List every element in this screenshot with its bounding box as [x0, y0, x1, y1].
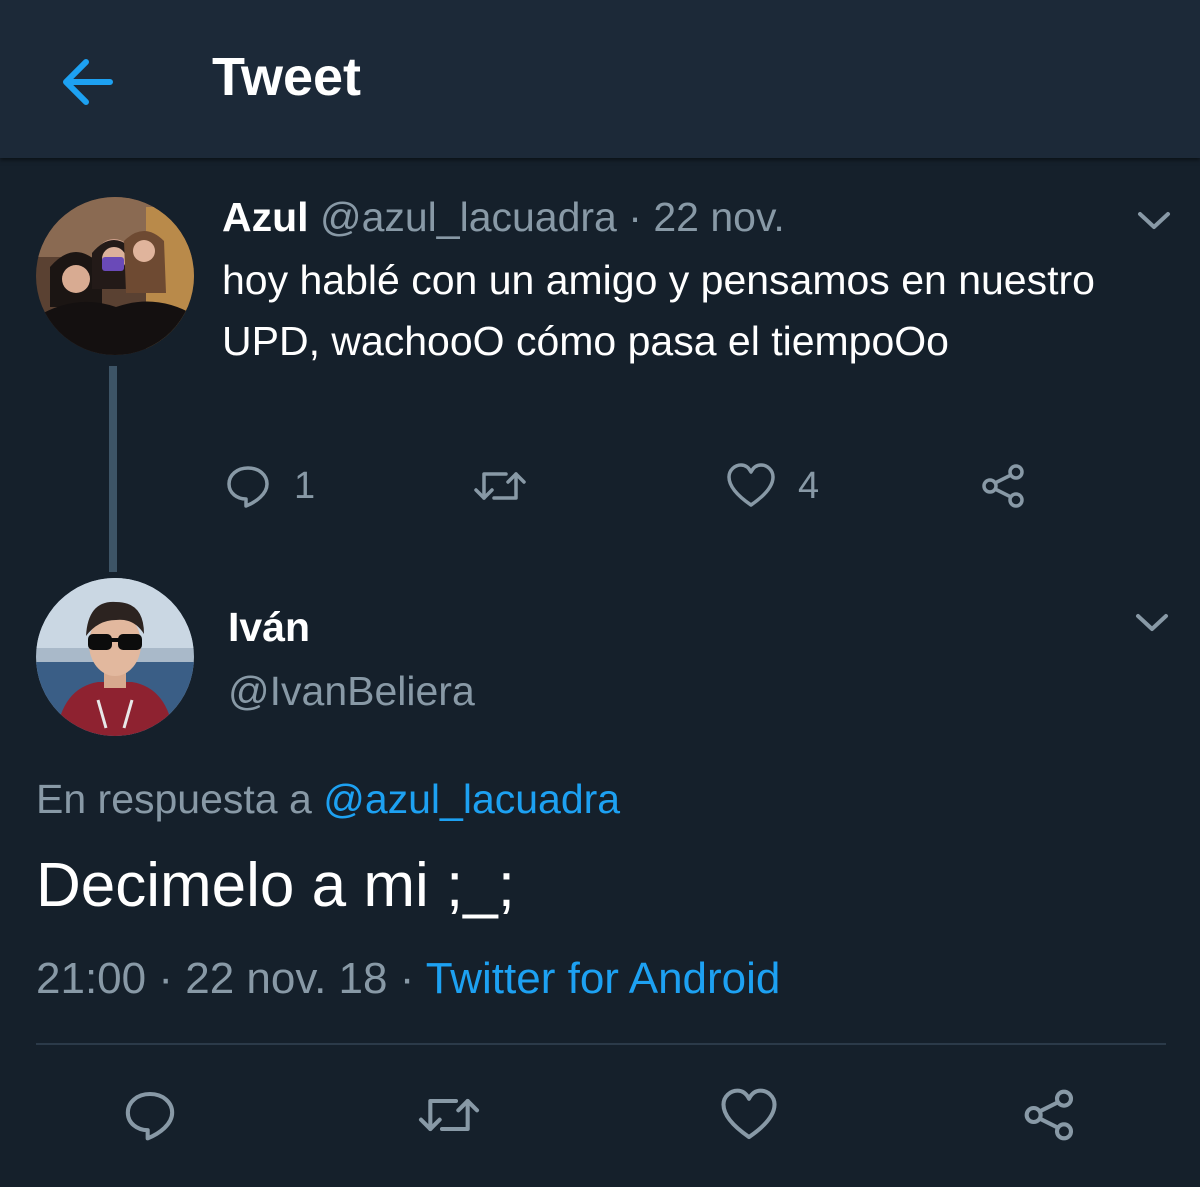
- avatar-ivan[interactable]: [36, 578, 194, 736]
- tweet-date: 22 nov.: [653, 194, 785, 240]
- author-handle[interactable]: @IvanBeliera: [228, 668, 475, 715]
- reply-button[interactable]: 1: [224, 462, 315, 510]
- back-button[interactable]: [52, 52, 122, 112]
- tweet-source-link[interactable]: Twitter for Android: [426, 954, 781, 1003]
- reply-prefix: En respuesta a: [36, 776, 312, 822]
- chevron-down-icon: [1138, 212, 1170, 229]
- reply-count: 1: [294, 464, 316, 507]
- retweet-icon: [418, 1098, 480, 1132]
- separator: ·: [628, 194, 642, 240]
- author-name[interactable]: Azul: [222, 194, 309, 240]
- tweet-text: hoy hablé con un amigo y pensamos en nue…: [222, 257, 1095, 364]
- tweet-meta: 21:00 · 22 nov. 18 · Twitter for Android: [36, 954, 780, 1004]
- retweet-button[interactable]: [472, 462, 528, 510]
- reply-context: En respuesta a @azul_lacuadra: [36, 776, 620, 823]
- like-count: 4: [798, 464, 820, 507]
- top-app-bar: Tweet: [0, 0, 1200, 158]
- share-button[interactable]: [1022, 1087, 1078, 1143]
- tweet-options-button[interactable]: [1132, 607, 1172, 637]
- reply-to-handle-link[interactable]: @azul_lacuadra: [323, 776, 620, 822]
- arrow-left-icon: [63, 59, 113, 105]
- share-icon: [982, 464, 1024, 508]
- divider: [36, 1043, 1166, 1045]
- reply-button[interactable]: [122, 1087, 178, 1143]
- reply-icon: [125, 1091, 175, 1141]
- share-button[interactable]: [980, 462, 1028, 510]
- author-name[interactable]: Iván: [228, 604, 310, 651]
- retweet-button[interactable]: [416, 1087, 482, 1143]
- like-button[interactable]: [720, 1087, 778, 1143]
- thread-connector-line: [109, 366, 117, 572]
- separator: ·: [158, 954, 173, 1003]
- separator: ·: [399, 954, 415, 1003]
- page-title: Tweet: [212, 47, 362, 107]
- share-icon: [1024, 1089, 1074, 1141]
- tweet-date: 22 nov. 18: [185, 954, 388, 1003]
- tweet-options-button[interactable]: [1134, 205, 1174, 235]
- tweet-text: Decimelo a mi ;_;: [36, 851, 515, 920]
- tweet-header: Azul @azul_lacuadra · 22 nov.: [222, 194, 785, 241]
- like-button[interactable]: 4: [726, 462, 819, 510]
- chevron-down-icon: [1136, 614, 1168, 631]
- like-icon: [721, 1088, 777, 1140]
- reply-icon: [227, 466, 269, 508]
- tweet-time: 21:00: [36, 954, 147, 1003]
- avatar-azul[interactable]: [36, 197, 194, 355]
- like-icon: [727, 463, 775, 507]
- retweet-icon: [474, 472, 526, 500]
- author-handle[interactable]: @azul_lacuadra: [320, 194, 617, 240]
